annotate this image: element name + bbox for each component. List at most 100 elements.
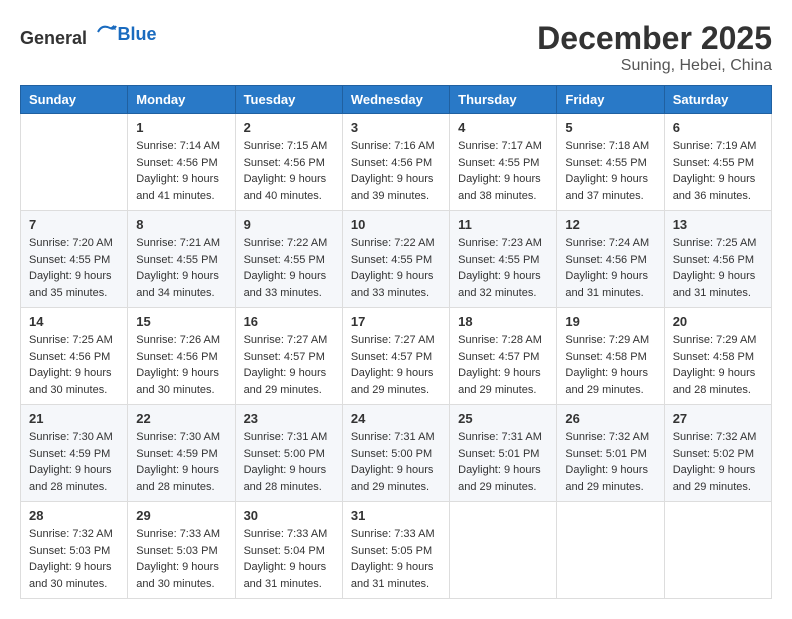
calendar-cell: 5Sunrise: 7:18 AMSunset: 4:55 PMDaylight… (557, 114, 664, 211)
calendar-cell: 17 Sunrise: 7:27 AMSunset: 4:57 PMDayligh… (342, 308, 449, 405)
day-number: 1 (136, 120, 226, 135)
calendar-cell: 24Sunrise: 7:31 AMSunset: 5:00 PMDayligh… (342, 405, 449, 502)
calendar-header-monday: Monday (128, 86, 235, 114)
calendar-cell: 15Sunrise: 7:26 AMSunset: 4:56 PMDayligh… (128, 308, 235, 405)
day-info: Sunrise: 7:33 AMSunset: 5:05 PMDaylight:… (351, 526, 441, 592)
day-info: Sunrise: 7:29 AMSunset: 4:58 PMDaylight:… (673, 332, 763, 398)
day-info: Sunrise: 7:33 AMSunset: 5:04 PMDaylight:… (244, 526, 334, 592)
logo-general: General (20, 28, 87, 48)
day-number: 28 (29, 508, 119, 523)
calendar-cell: 22Sunrise: 7:30 AMSunset: 4:59 PMDayligh… (128, 405, 235, 502)
day-info: Sunrise: 7:31 AMSunset: 5:00 PMDaylight:… (244, 429, 334, 495)
day-info: Sunrise: 7:28 AMSunset: 4:57 PMDaylight:… (458, 332, 548, 398)
calendar-cell (21, 114, 128, 211)
day-info: Sunrise: 7:22 AMSunset: 4:55 PMDaylight:… (244, 235, 334, 301)
calendar-cell: 14 Sunrise: 7:25 AMSunset: 4:56 PMDayligh… (21, 308, 128, 405)
calendar-cell: 8 Sunrise: 7:21 AMSunset: 4:55 PMDaylight… (128, 211, 235, 308)
day-info: Sunrise: 7:22 AMSunset: 4:55 PMDaylight:… (351, 235, 441, 301)
day-number: 29 (136, 508, 226, 523)
day-number: 27 (673, 411, 763, 426)
day-info: Sunrise: 7:33 AMSunset: 5:03 PMDaylight:… (136, 526, 226, 592)
day-info: Sunrise: 7:19 AMSunset: 4:55 PMDaylight:… (673, 138, 763, 204)
day-info: Sunrise: 7:27 AMSunset: 4:57 PMDaylight:… (351, 332, 441, 398)
logo-blue: Blue (118, 24, 157, 44)
day-info: Sunrise: 7:30 AMSunset: 4:59 PMDaylight:… (29, 429, 119, 495)
month-title: December 2025 (537, 20, 772, 57)
calendar-cell: 31 Sunrise: 7:33 AMSunset: 5:05 PMDayligh… (342, 502, 449, 599)
calendar-cell: 4 Sunrise: 7:17 AMSunset: 4:55 PMDaylight… (450, 114, 557, 211)
calendar-cell: 19Sunrise: 7:29 AMSunset: 4:58 PMDayligh… (557, 308, 664, 405)
day-number: 23 (244, 411, 334, 426)
calendar-cell: 13 Sunrise: 7:25 AMSunset: 4:56 PMDayligh… (664, 211, 771, 308)
day-info: Sunrise: 7:27 AMSunset: 4:57 PMDaylight:… (244, 332, 334, 398)
day-number: 12 (565, 217, 655, 232)
calendar-cell: 3 Sunrise: 7:16 AMSunset: 4:56 PMDaylight… (342, 114, 449, 211)
calendar-cell: 7Sunrise: 7:20 AMSunset: 4:55 PMDaylight… (21, 211, 128, 308)
day-number: 20 (673, 314, 763, 329)
calendar-cell: 28Sunrise: 7:32 AMSunset: 5:03 PMDayligh… (21, 502, 128, 599)
day-number: 4 (458, 120, 548, 135)
calendar-header-tuesday: Tuesday (235, 86, 342, 114)
day-info: Sunrise: 7:25 AMSunset: 4:56 PMDaylight:… (673, 235, 763, 301)
day-number: 2 (244, 120, 334, 135)
calendar-header-thursday: Thursday (450, 86, 557, 114)
day-info: Sunrise: 7:16 AMSunset: 4:56 PMDaylight:… (351, 138, 441, 204)
calendar-cell: 27 Sunrise: 7:32 AMSunset: 5:02 PMDayligh… (664, 405, 771, 502)
calendar-header-saturday: Saturday (664, 86, 771, 114)
calendar-cell: 29 Sunrise: 7:33 AMSunset: 5:03 PMDayligh… (128, 502, 235, 599)
calendar-week-2: 7Sunrise: 7:20 AMSunset: 4:55 PMDaylight… (21, 211, 772, 308)
calendar-cell: 20 Sunrise: 7:29 AMSunset: 4:58 PMDayligh… (664, 308, 771, 405)
day-info: Sunrise: 7:17 AMSunset: 4:55 PMDaylight:… (458, 138, 548, 204)
day-number: 31 (351, 508, 441, 523)
calendar-cell: 11 Sunrise: 7:23 AMSunset: 4:55 PMDayligh… (450, 211, 557, 308)
calendar-table: SundayMondayTuesdayWednesdayThursdayFrid… (20, 85, 772, 599)
day-number: 3 (351, 120, 441, 135)
calendar-cell: 10 Sunrise: 7:22 AMSunset: 4:55 PMDayligh… (342, 211, 449, 308)
day-number: 13 (673, 217, 763, 232)
day-number: 6 (673, 120, 763, 135)
calendar-cell: 25Sunrise: 7:31 AMSunset: 5:01 PMDayligh… (450, 405, 557, 502)
day-info: Sunrise: 7:21 AMSunset: 4:55 PMDaylight:… (136, 235, 226, 301)
day-info: Sunrise: 7:24 AMSunset: 4:56 PMDaylight:… (565, 235, 655, 301)
day-number: 8 (136, 217, 226, 232)
day-number: 17 (351, 314, 441, 329)
calendar-cell: 1 Sunrise: 7:14 AMSunset: 4:56 PMDaylight… (128, 114, 235, 211)
calendar-header-friday: Friday (557, 86, 664, 114)
calendar-cell: 2 Sunrise: 7:15 AMSunset: 4:56 PMDaylight… (235, 114, 342, 211)
day-number: 18 (458, 314, 548, 329)
day-info: Sunrise: 7:18 AMSunset: 4:55 PMDaylight:… (565, 138, 655, 204)
calendar-week-5: 28Sunrise: 7:32 AMSunset: 5:03 PMDayligh… (21, 502, 772, 599)
day-number: 16 (244, 314, 334, 329)
day-info: Sunrise: 7:31 AMSunset: 5:01 PMDaylight:… (458, 429, 548, 495)
calendar-cell: 12 Sunrise: 7:24 AMSunset: 4:56 PMDayligh… (557, 211, 664, 308)
day-number: 21 (29, 411, 119, 426)
calendar-week-4: 21 Sunrise: 7:30 AMSunset: 4:59 PMDayligh… (21, 405, 772, 502)
location: Suning, Hebei, China (537, 57, 772, 75)
day-number: 10 (351, 217, 441, 232)
calendar-cell: 18 Sunrise: 7:28 AMSunset: 4:57 PMDayligh… (450, 308, 557, 405)
day-number: 14 (29, 314, 119, 329)
day-info: Sunrise: 7:23 AMSunset: 4:55 PMDaylight:… (458, 235, 548, 301)
day-info: Sunrise: 7:26 AMSunset: 4:56 PMDaylight:… (136, 332, 226, 398)
day-info: Sunrise: 7:30 AMSunset: 4:59 PMDaylight:… (136, 429, 226, 495)
calendar-header-wednesday: Wednesday (342, 86, 449, 114)
calendar-cell: 23 Sunrise: 7:31 AMSunset: 5:00 PMDayligh… (235, 405, 342, 502)
calendar-header-row: SundayMondayTuesdayWednesdayThursdayFrid… (21, 86, 772, 114)
day-info: Sunrise: 7:15 AMSunset: 4:56 PMDaylight:… (244, 138, 334, 204)
logo-icon (94, 20, 118, 44)
day-number: 11 (458, 217, 548, 232)
day-info: Sunrise: 7:31 AMSunset: 5:00 PMDaylight:… (351, 429, 441, 495)
day-number: 19 (565, 314, 655, 329)
day-info: Sunrise: 7:32 AMSunset: 5:02 PMDaylight:… (673, 429, 763, 495)
calendar-cell: 16 Sunrise: 7:27 AMSunset: 4:57 PMDayligh… (235, 308, 342, 405)
calendar-cell (557, 502, 664, 599)
calendar-cell (450, 502, 557, 599)
logo: General Blue (20, 20, 157, 49)
calendar-week-3: 14 Sunrise: 7:25 AMSunset: 4:56 PMDayligh… (21, 308, 772, 405)
day-number: 9 (244, 217, 334, 232)
calendar-cell: 21 Sunrise: 7:30 AMSunset: 4:59 PMDayligh… (21, 405, 128, 502)
day-info: Sunrise: 7:25 AMSunset: 4:56 PMDaylight:… (29, 332, 119, 398)
day-number: 7 (29, 217, 119, 232)
calendar-cell: 9 Sunrise: 7:22 AMSunset: 4:55 PMDaylight… (235, 211, 342, 308)
day-info: Sunrise: 7:14 AMSunset: 4:56 PMDaylight:… (136, 138, 226, 204)
